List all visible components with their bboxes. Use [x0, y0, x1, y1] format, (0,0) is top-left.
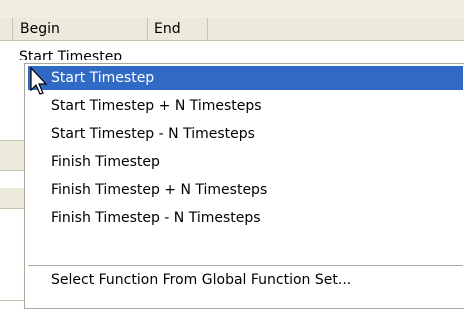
- menu-item-select-global-function[interactable]: Select Function From Global Function Set…: [28, 268, 463, 292]
- table-row-background: [0, 188, 24, 208]
- menu-item-finish-plus-n[interactable]: Finish Timestep + N Timesteps: [28, 178, 463, 202]
- menu-item-finish-timestep[interactable]: Finish Timestep: [28, 150, 463, 174]
- header-divider: [12, 18, 13, 40]
- menu-item-start-timestep[interactable]: Start Timestep: [28, 66, 463, 90]
- table-row-divider: [0, 170, 24, 171]
- table-cell-begin[interactable]: Start Timestep: [19, 48, 122, 60]
- mouse-pointer-icon: [30, 66, 48, 95]
- table-row-divider: [0, 300, 24, 301]
- menu-item-start-minus-n[interactable]: Start Timestep - N Timesteps: [28, 122, 463, 146]
- menu-item-finish-minus-n[interactable]: Finish Timestep - N Timesteps: [28, 206, 463, 230]
- table-row-divider: [0, 208, 24, 209]
- column-header-begin[interactable]: Begin: [14, 18, 148, 40]
- menu-separator: [28, 265, 463, 266]
- context-menu: Start Timestep Start Timestep + N Timest…: [24, 63, 464, 309]
- column-header-end[interactable]: End: [148, 18, 208, 40]
- table-header: Begin End: [0, 18, 464, 41]
- table-row-divider: [0, 140, 24, 141]
- menu-item-start-plus-n[interactable]: Start Timestep + N Timesteps: [28, 94, 463, 118]
- table-row-background: [0, 140, 24, 170]
